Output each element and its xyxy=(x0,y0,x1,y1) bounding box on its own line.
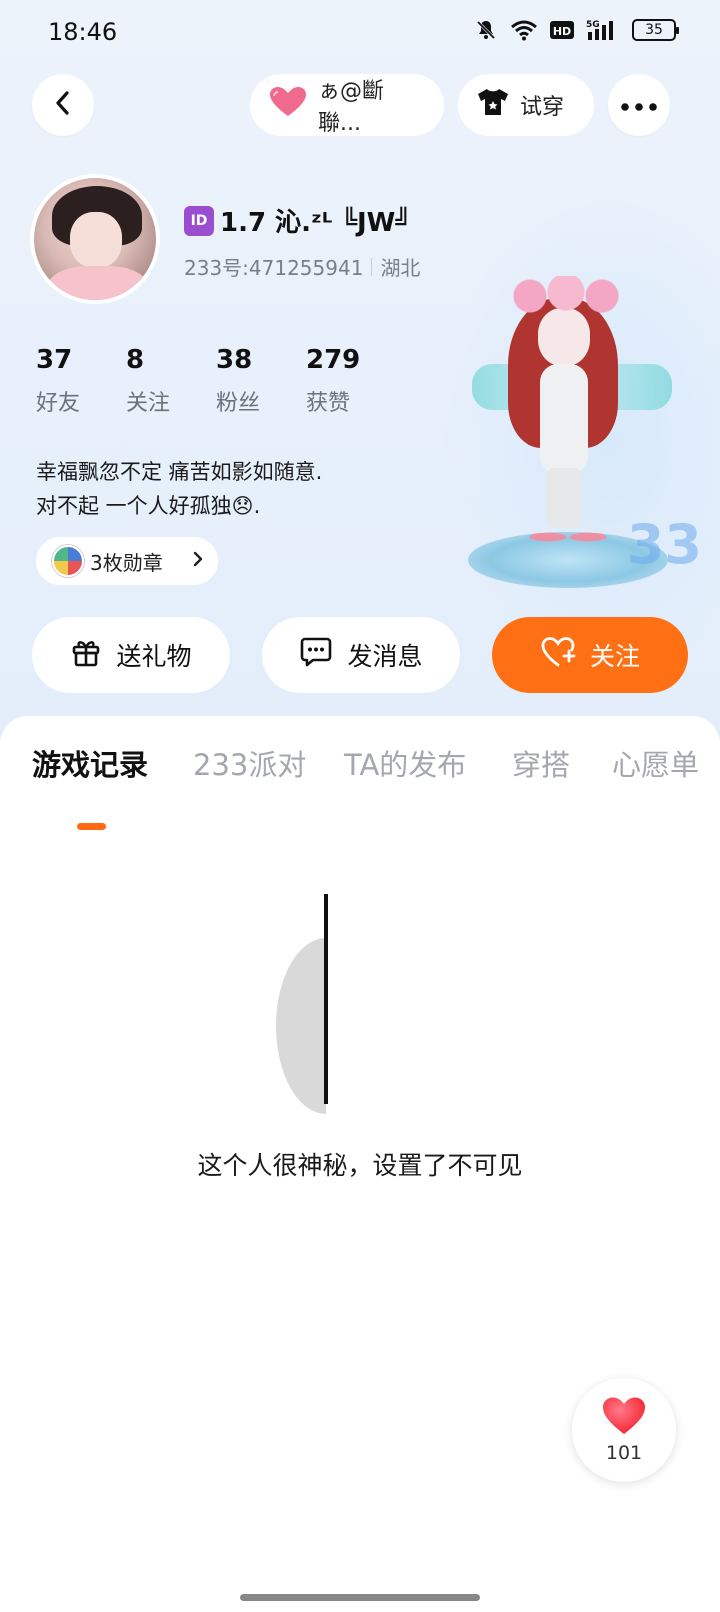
battery-indicator: 35 xyxy=(632,19,679,41)
account-id[interactable]: 233号:471255941 xyxy=(184,252,363,281)
status-icons: HD 5G 35 xyxy=(474,18,679,42)
svg-text:5G: 5G xyxy=(586,20,600,30)
hidden-content-illustration xyxy=(276,894,356,1114)
stat-fans[interactable]: 38 粉丝 xyxy=(216,345,306,417)
more-dots-icon xyxy=(621,96,657,115)
home-indicator[interactable] xyxy=(240,1594,480,1601)
brand-watermark: 33 xyxy=(626,513,702,576)
stat-label: 获赞 xyxy=(306,391,351,416)
bio: 幸福飘忽不定 痛苦如影如随意. 对不起 一个人好孤独😞. xyxy=(36,455,322,523)
tab-game-records[interactable]: 游戏记录 xyxy=(32,742,148,784)
stat-value: 37 xyxy=(36,345,73,375)
username: 1.7 沁.ᶻᴸ ╚JW╝ xyxy=(220,208,411,238)
tab-outfits[interactable]: 穿搭 xyxy=(512,742,570,784)
stat-value: 8 xyxy=(126,345,145,375)
medals-button[interactable]: 3枚勋章 xyxy=(36,537,218,585)
heart-plus-icon xyxy=(540,636,576,674)
send-message-button[interactable]: 发消息 xyxy=(262,617,460,693)
partner-name: ぁ@斷聯... xyxy=(318,79,385,136)
send-gift-button[interactable]: 送礼物 xyxy=(32,617,230,693)
stat-label: 关注 xyxy=(126,391,171,416)
bio-line: 幸福飘忽不定 痛苦如影如随意. xyxy=(36,460,323,484)
username-row: ID 1.7 沁.ᶻᴸ ╚JW╝ xyxy=(184,202,411,239)
wifi-icon xyxy=(510,19,538,41)
stat-label: 粉丝 xyxy=(216,391,261,416)
tab-indicator xyxy=(77,823,106,830)
like-button[interactable]: 101 xyxy=(572,1378,676,1482)
stats-row: 37 好友 8 关注 38 粉丝 279 获赞 xyxy=(36,345,396,417)
stat-label: 好友 xyxy=(36,391,81,416)
tab-posts[interactable]: TA的发布 xyxy=(344,742,466,784)
svg-text:HD: HD xyxy=(553,25,571,38)
chat-bubble-icon xyxy=(299,636,333,674)
stat-friends[interactable]: 37 好友 xyxy=(36,345,126,417)
location: 湖北 xyxy=(380,256,421,280)
tab-233-party[interactable]: 233派对 xyxy=(193,742,306,784)
medal-icon xyxy=(52,545,84,577)
send-gift-label: 送礼物 xyxy=(116,642,192,671)
tshirt-icon xyxy=(476,87,510,123)
try-on-button[interactable]: 试穿 xyxy=(458,74,594,136)
profile-sub-info: 233号:471255941 湖北 xyxy=(184,252,420,281)
empty-state-text: 这个人很神秘，设置了不可见 xyxy=(197,1151,523,1180)
mute-bell-icon xyxy=(474,18,498,42)
back-button[interactable] xyxy=(32,74,94,136)
follow-button[interactable]: 关注 xyxy=(492,617,688,693)
more-button[interactable] xyxy=(608,74,670,136)
like-count: 101 xyxy=(605,1442,643,1464)
heart-icon xyxy=(268,86,308,124)
chevron-left-icon xyxy=(52,90,74,120)
stat-likes[interactable]: 279 获赞 xyxy=(306,345,396,417)
chevron-right-icon xyxy=(192,549,204,573)
gift-icon xyxy=(70,636,102,674)
stat-following[interactable]: 8 关注 xyxy=(126,345,216,417)
status-bar: 18:46 HD 5G 35 xyxy=(0,0,720,64)
try-on-label: 试穿 xyxy=(520,95,565,120)
follow-label: 关注 xyxy=(589,642,640,671)
stat-value: 38 xyxy=(216,345,253,375)
hd-icon: HD xyxy=(550,20,574,40)
stat-value: 279 xyxy=(306,345,361,375)
partner-pill[interactable]: ぁ@斷聯... xyxy=(250,74,444,136)
avatar[interactable] xyxy=(30,174,160,304)
profile-header-background: 18:46 HD 5G 35 ぁ@斷聯... 试穿 ID 1.7 沁.ᶻᴸ ╚J… xyxy=(0,0,720,760)
signal-5g-icon: 5G xyxy=(586,18,620,42)
tab-wishlist[interactable]: 心愿单 xyxy=(612,742,699,784)
bio-line: 对不起 一个人好孤独😞. xyxy=(36,494,261,518)
avatar-3d-figure[interactable]: 33 xyxy=(468,268,708,588)
status-time: 18:46 xyxy=(48,18,118,46)
id-badge: ID xyxy=(184,205,214,236)
profile-tabs: 游戏记录 233派对 TA的发布 穿搭 心愿单 xyxy=(0,742,720,830)
divider xyxy=(371,257,373,276)
medals-label: 3枚勋章 xyxy=(90,550,163,575)
send-message-label: 发消息 xyxy=(347,642,423,671)
heart-icon xyxy=(601,1396,647,1440)
